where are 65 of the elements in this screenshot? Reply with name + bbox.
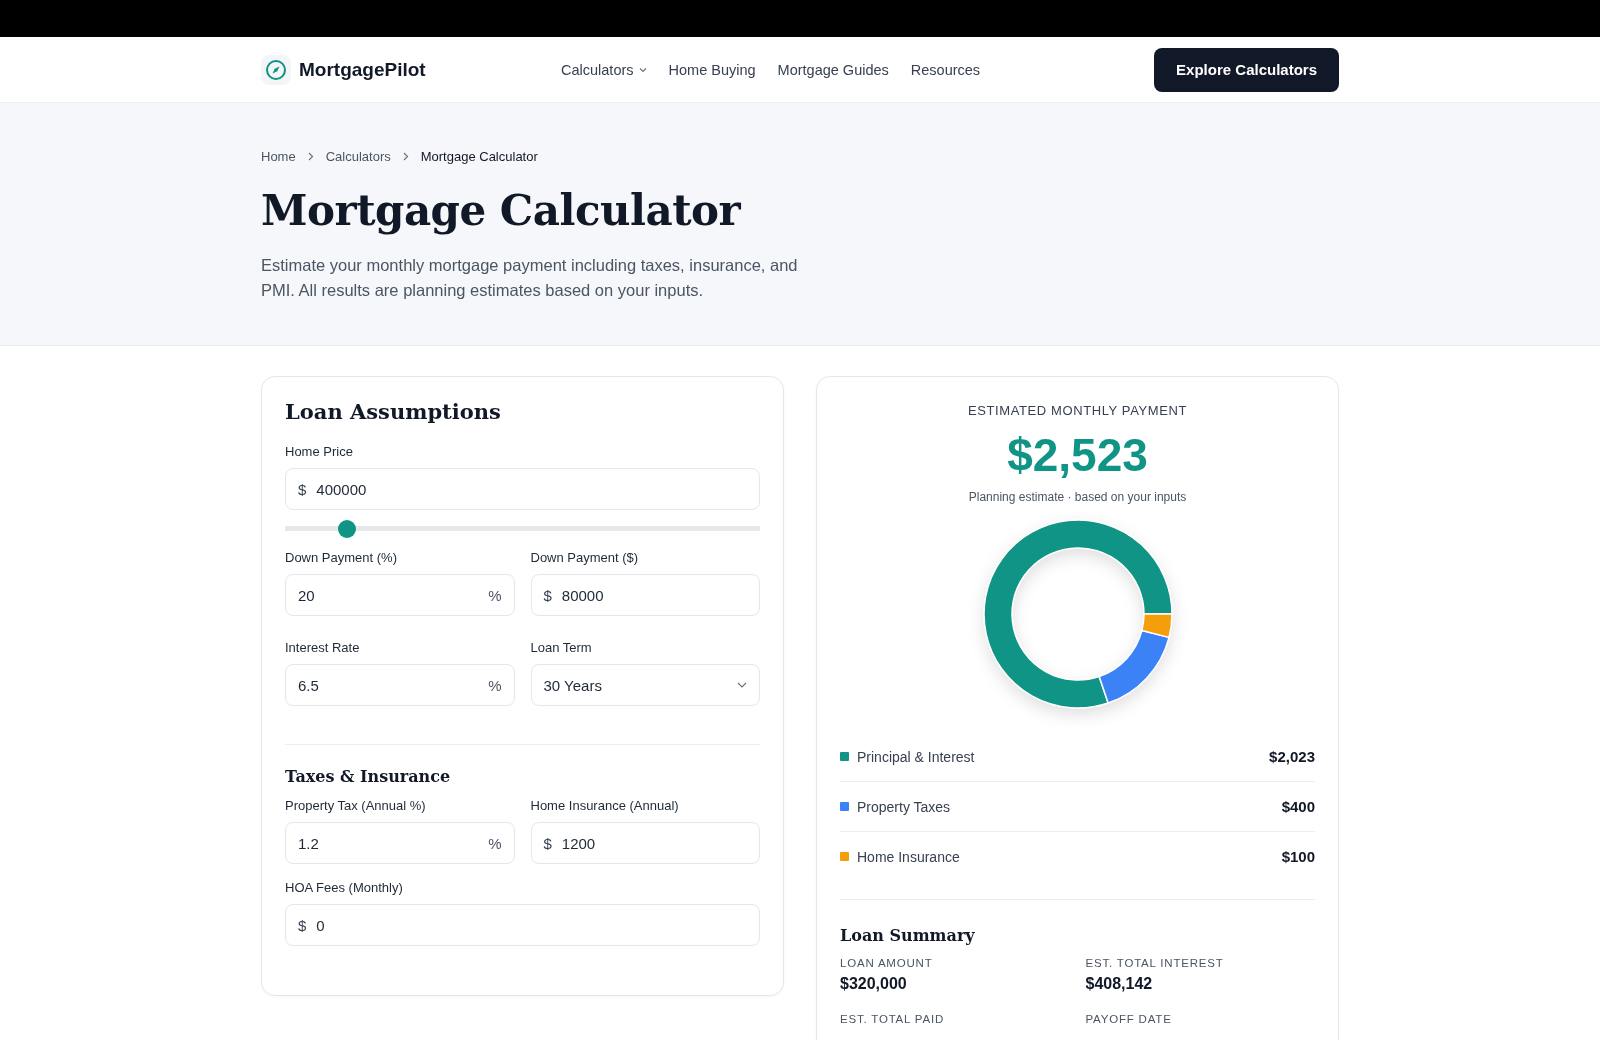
legend-value: $400 (1281, 798, 1315, 815)
chevron-down-icon (737, 682, 747, 688)
field-value: 30 Years (543, 676, 603, 694)
legend-label: Home Insurance (857, 848, 961, 865)
percent-sign: % (488, 676, 502, 694)
breadcrumb-link[interactable]: Home (261, 149, 296, 164)
nav-link[interactable]: Mortgage Guides (777, 61, 889, 78)
legend-value: $2,023 (1269, 748, 1315, 765)
field-value: 80000 (561, 586, 605, 604)
field-value: 6.5 (298, 676, 320, 694)
input-field[interactable]: $ 1200 (530, 822, 760, 864)
field-label: Property Tax (Annual %) (285, 798, 427, 813)
field-label: Home Insurance (Annual) (530, 798, 680, 813)
input-field[interactable]: 6.5 % (285, 664, 515, 706)
nav-link[interactable]: Calculators (561, 61, 647, 78)
nav-link[interactable]: Home Buying (668, 61, 756, 78)
page-title: Mortgage Calculator (261, 186, 742, 235)
dollar-sign: $ (298, 480, 307, 498)
result-label: ESTIMATED MONTHLY PAYMENT (967, 403, 1188, 418)
summary-label: LOAN AMOUNT (840, 957, 934, 969)
loan-term-select[interactable]: 30 Years (530, 664, 760, 706)
legend-label: Property Taxes (857, 798, 952, 815)
dollar-sign: $ (298, 916, 307, 934)
estimate-note: Planning estimate · based on your inputs (967, 490, 1188, 504)
field-label: Interest Rate (285, 640, 361, 655)
percent-sign: % (488, 586, 502, 604)
brand-name[interactable]: MortgagePilot (299, 58, 426, 81)
field-value: 20 (298, 586, 316, 604)
legend-label: Principal & Interest (857, 748, 976, 765)
field-label: Down Payment ($) (530, 550, 640, 565)
breadcrumb-link[interactable]: Calculators (325, 149, 391, 164)
field-value: 0 (316, 916, 326, 934)
percent-sign: % (488, 834, 502, 852)
nav-link[interactable]: Resources (910, 61, 981, 78)
monthly-payment: $2,523 (1006, 428, 1149, 482)
input-field[interactable]: 20 % (285, 574, 515, 616)
field-label: HOA Fees (Monthly) (285, 880, 404, 895)
field-value: 400000 (316, 480, 368, 498)
compass-icon (261, 54, 291, 85)
legend-value: $100 (1281, 848, 1315, 865)
breadcrumb-link[interactable]: Mortgage Calculator (420, 149, 538, 164)
chevron-icon (402, 152, 409, 161)
field-value: 1200 (561, 834, 597, 852)
section-title: Loan Assumptions (285, 399, 502, 424)
dollar-sign: $ (543, 586, 552, 604)
summary-label: EST. TOTAL INTEREST (1085, 957, 1225, 969)
explore-calculators-button[interactable]: Explore Calculators (1154, 47, 1339, 92)
input-field[interactable]: 1.2 % (285, 822, 515, 864)
summary-value: $408,142 (1085, 975, 1154, 993)
input-field[interactable]: $ 400000 (285, 468, 760, 510)
input-field[interactable]: $ 0 (285, 904, 760, 946)
field-label: Loan Term (530, 640, 593, 655)
slider-thumb[interactable] (337, 520, 356, 538)
section-title: Loan Summary (840, 926, 976, 945)
field-value: 1.2 (298, 834, 320, 852)
field-label: Down Payment (%) (285, 550, 398, 565)
input-field[interactable]: $ 80000 (530, 574, 760, 616)
section-title: Taxes & Insurance (285, 767, 452, 786)
chevron-icon (307, 152, 314, 161)
summary-label: PAYOFF DATE (1085, 1013, 1173, 1025)
field-label: Home Price (285, 444, 354, 459)
intro-text: Estimate your monthly mortgage payment including taxes, insurance, and PMI. All results are planning estimates based on your inputs. (261, 255, 799, 301)
summary-label: EST. TOTAL PAID (840, 1013, 946, 1025)
summary-value: $320,000 (840, 975, 908, 993)
dollar-sign: $ (543, 834, 552, 852)
